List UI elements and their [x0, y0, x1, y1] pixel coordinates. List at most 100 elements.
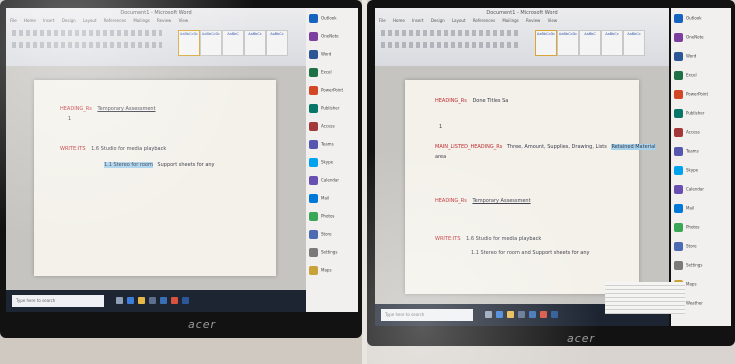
- window-title: Document1 - Microsoft Word: [120, 10, 192, 16]
- word-ribbon: Document1 - Microsoft Word File Home Ins…: [6, 8, 306, 67]
- tab-design[interactable]: Design: [62, 18, 76, 23]
- taskbar-search-input[interactable]: Type here to search: [381, 309, 473, 321]
- word-icon[interactable]: [182, 297, 189, 304]
- doc-line: 1.1 Stereo for room and Support sheets f…: [471, 250, 590, 256]
- app-list-item[interactable]: Calendar: [674, 185, 704, 196]
- mail-icon[interactable]: [529, 311, 536, 318]
- tab-home[interactable]: Home: [393, 18, 405, 23]
- tab-file[interactable]: File: [379, 18, 386, 23]
- doc-line: area: [435, 154, 447, 160]
- style-no-spacing[interactable]: AaBbCcDc: [557, 30, 579, 56]
- app-list-item[interactable]: Skype: [309, 158, 333, 169]
- app-list-item[interactable]: Teams: [674, 147, 699, 158]
- app-list-item[interactable]: Mail: [674, 204, 694, 215]
- app-list-item[interactable]: Publisher: [674, 109, 704, 120]
- edge-icon[interactable]: [496, 311, 503, 318]
- tab-design[interactable]: Design: [431, 18, 445, 23]
- document-page[interactable]: HEADING_Rs Done Titles Sa 1 MAIN_LISTED_…: [405, 80, 656, 294]
- app-list-item[interactable]: Store: [309, 230, 332, 241]
- tab-file[interactable]: File: [10, 18, 17, 23]
- tab-layout[interactable]: Layout: [452, 18, 466, 23]
- tab-insert[interactable]: Insert: [43, 18, 54, 23]
- document-page[interactable]: HEADING_Rs Temporary Assessment 1 WRITE:…: [34, 80, 276, 276]
- task-view-icon[interactable]: [116, 297, 123, 304]
- font-toolbar[interactable]: [12, 30, 162, 36]
- app-list-item[interactable]: Access: [674, 128, 700, 139]
- taskbar-search-input[interactable]: Type here to search: [12, 295, 104, 307]
- style-title[interactable]: AaBbCc: [623, 30, 645, 56]
- style-normal[interactable]: AaBbCcDc: [178, 30, 200, 56]
- app-list-item[interactable]: Photos: [674, 223, 700, 234]
- app-list-item[interactable]: OneNote: [309, 32, 339, 43]
- app-list-item[interactable]: Settings: [309, 248, 337, 259]
- tab-view[interactable]: View: [179, 18, 189, 23]
- app-list-item[interactable]: Word: [309, 50, 331, 61]
- app-list-item[interactable]: Excel: [674, 71, 697, 82]
- folder-icon[interactable]: [507, 311, 514, 318]
- app-list-item[interactable]: Outlook: [309, 14, 337, 25]
- tab-layout[interactable]: Layout: [83, 18, 97, 23]
- app-list-item[interactable]: Teams: [309, 140, 334, 151]
- app-list-item[interactable]: PowerPoint: [674, 90, 708, 101]
- word-ribbon: Document1 - Microsoft Word File Home Ins…: [375, 8, 669, 67]
- app-list-item[interactable]: Photos: [309, 212, 335, 223]
- edge-icon[interactable]: [127, 297, 134, 304]
- style-normal[interactable]: AaBbCcDc: [535, 30, 557, 56]
- app-list-item[interactable]: Mail: [309, 194, 329, 205]
- start-menu-apps: Outlook OneNote Word Excel PowerPoint Pu…: [671, 8, 731, 326]
- style-heading1[interactable]: AaBbC: [579, 30, 601, 56]
- paragraph-toolbar[interactable]: [12, 42, 162, 48]
- acer-logo: acer: [188, 318, 217, 331]
- store-icon[interactable]: [518, 311, 525, 318]
- tab-review[interactable]: Review: [526, 18, 540, 23]
- style-title[interactable]: AaBbCc: [266, 30, 288, 56]
- acer-logo: acer: [567, 332, 596, 345]
- tab-home[interactable]: Home: [24, 18, 36, 23]
- doc-line: 1: [68, 116, 72, 122]
- task-view-icon[interactable]: [485, 311, 492, 318]
- style-heading2[interactable]: AaBbCc: [244, 30, 266, 56]
- style-heading2[interactable]: AaBbCc: [601, 30, 623, 56]
- app-list-item[interactable]: Excel: [309, 68, 332, 79]
- app-list-item[interactable]: Outlook: [674, 14, 702, 25]
- doc-line: 1: [439, 124, 443, 130]
- app-list-item[interactable]: Store: [674, 242, 697, 253]
- doc-line: MAIN_LISTED_HEADING_Rs Three, Amount, Su…: [435, 144, 656, 150]
- doc-line: 1.1 Stereo for room Support sheets for a…: [104, 162, 215, 168]
- tab-review[interactable]: Review: [157, 18, 171, 23]
- document-area: HEADING_Rs Done Titles Sa 1 MAIN_LISTED_…: [375, 66, 669, 304]
- store-icon[interactable]: [149, 297, 156, 304]
- left-photo: Document1 - Microsoft Word File Home Ins…: [0, 0, 362, 364]
- word-icon[interactable]: [551, 311, 558, 318]
- mail-icon[interactable]: [160, 297, 167, 304]
- app-list-item[interactable]: PowerPoint: [309, 86, 343, 97]
- chrome-icon[interactable]: [540, 311, 547, 318]
- style-heading1[interactable]: AaBbC: [222, 30, 244, 56]
- paper-stack: [605, 282, 685, 314]
- style-no-spacing[interactable]: AaBbCcDc: [200, 30, 222, 56]
- doc-line: HEADING_Rs Temporary Assessment: [60, 106, 156, 112]
- tab-references[interactable]: References: [104, 18, 126, 23]
- doc-line: WRITE:ITS 1.6 Studio for media playback: [435, 236, 542, 242]
- doc-line: WRITE:ITS 1.6 Studio for media playback: [60, 146, 167, 152]
- paragraph-toolbar[interactable]: [381, 42, 521, 48]
- font-toolbar[interactable]: [381, 30, 521, 36]
- app-list-item[interactable]: Publisher: [309, 104, 339, 115]
- app-list-item[interactable]: Settings: [674, 261, 702, 272]
- app-list-item[interactable]: Word: [674, 52, 696, 63]
- tab-insert[interactable]: Insert: [412, 18, 423, 23]
- windows-taskbar: Type here to search: [6, 290, 306, 312]
- start-menu-apps: Outlook OneNote Word Excel PowerPoint Pu…: [306, 8, 358, 312]
- app-list-item[interactable]: Calendar: [309, 176, 339, 187]
- app-list-item[interactable]: OneNote: [674, 33, 704, 44]
- tab-references[interactable]: References: [473, 18, 495, 23]
- chrome-icon[interactable]: [171, 297, 178, 304]
- monitor-screen: Document1 - Microsoft Word File Home Ins…: [375, 8, 669, 326]
- tab-view[interactable]: View: [548, 18, 558, 23]
- app-list-item[interactable]: Access: [309, 122, 335, 133]
- app-list-item[interactable]: Maps: [309, 266, 332, 277]
- app-list-item[interactable]: Skype: [674, 166, 698, 177]
- folder-icon[interactable]: [138, 297, 145, 304]
- tab-mailings[interactable]: Mailings: [133, 18, 149, 23]
- tab-mailings[interactable]: Mailings: [502, 18, 518, 23]
